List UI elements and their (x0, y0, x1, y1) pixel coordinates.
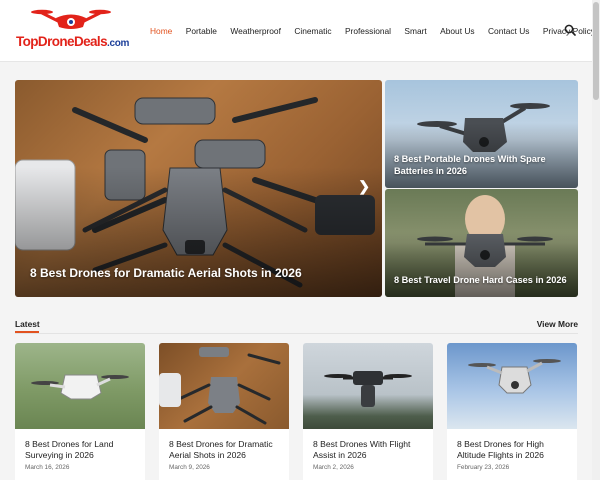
nav-professional[interactable]: Professional (345, 26, 391, 36)
nav-contact-us[interactable]: Contact Us (488, 26, 529, 36)
nav-weatherproof[interactable]: Weatherproof (230, 26, 281, 36)
nav-cinematic[interactable]: Cinematic (294, 26, 331, 36)
logo-wordmark: TopDroneDeals.com (16, 34, 129, 49)
card-thumbnail[interactable] (15, 343, 145, 429)
view-more-link[interactable]: View More (537, 319, 578, 329)
card-title[interactable]: 8 Best Drones for High Altitude Flights … (457, 439, 569, 461)
card-title[interactable]: 8 Best Drones With Flight Assist in 2026 (313, 439, 425, 461)
hero-side-post-1[interactable]: 8 Best Portable Drones With Spare Batter… (385, 80, 578, 188)
drone-flying-image (324, 371, 412, 407)
site-logo[interactable]: TopDroneDeals.com (14, 7, 129, 53)
main-navigation: Home Portable Weatherproof Cinematic Pro… (150, 0, 595, 62)
latest-card-4[interactable]: 8 Best Drones for High Altitude Flights … (447, 343, 577, 480)
hero-featured-post[interactable]: ❯ 8 Best Drones for Dramatic Aerial Shot… (15, 80, 382, 297)
latest-card-2[interactable]: 8 Best Drones for Dramatic Aerial Shots … (159, 343, 289, 480)
card-thumbnail[interactable] (303, 343, 433, 429)
page-scrollbar[interactable] (592, 0, 600, 480)
card-thumbnail[interactable] (447, 343, 577, 429)
scrollbar-thumb[interactable] (593, 2, 599, 100)
drones-table-image (159, 347, 281, 425)
search-icon[interactable] (564, 24, 576, 36)
drone-highsky-image (468, 359, 561, 394)
nav-smart[interactable]: Smart (404, 26, 426, 36)
logo-part-1: TopDrone (16, 34, 75, 49)
drone-field-image (31, 374, 129, 400)
card-thumbnail[interactable] (159, 343, 289, 429)
card-date: February 23, 2026 (457, 464, 510, 471)
card-date: March 9, 2026 (169, 464, 210, 471)
card-title[interactable]: 8 Best Drones for Dramatic Aerial Shots … (169, 439, 281, 461)
logo-part-2: Deals (73, 34, 108, 49)
drone-icon (31, 9, 111, 29)
nav-home[interactable]: Home (150, 26, 172, 36)
site-header: TopDroneDeals.com Home Portable Weatherp… (0, 0, 600, 62)
hero-side-2-title[interactable]: 8 Best Travel Drone Hard Cases in 2026 (394, 274, 568, 286)
hero-side-post-2[interactable]: 8 Best Travel Drone Hard Cases in 2026 (385, 189, 578, 297)
nav-portable[interactable]: Portable (186, 26, 217, 36)
card-date: March 16, 2026 (25, 464, 70, 471)
card-date: March 2, 2026 (313, 464, 354, 471)
latest-heading: Latest (15, 319, 40, 329)
hero-side-1-title[interactable]: 8 Best Portable Drones With Spare Batter… (394, 153, 568, 177)
section-divider (15, 333, 578, 334)
latest-card-3[interactable]: 8 Best Drones With Flight Assist in 2026… (303, 343, 433, 480)
nav-about-us[interactable]: About Us (440, 26, 474, 36)
logo-part-3: .com (106, 38, 130, 49)
card-title[interactable]: 8 Best Drones for Land Surveying in 2026 (25, 439, 137, 461)
latest-card-1[interactable]: 8 Best Drones for Land Surveying in 2026… (15, 343, 145, 480)
chevron-right-icon[interactable]: ❯ (358, 178, 370, 195)
hero-main-title[interactable]: 8 Best Drones for Dramatic Aerial Shots … (30, 266, 302, 280)
hero-overlay (385, 232, 578, 297)
